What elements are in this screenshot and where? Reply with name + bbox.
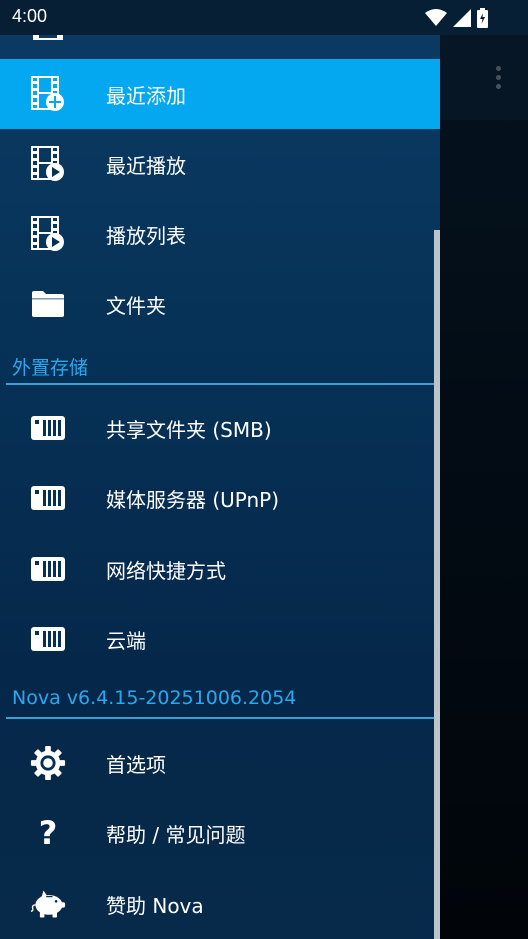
- drawer-item-label: 云端: [106, 628, 146, 653]
- section-header-storage: 外置存储: [0, 345, 434, 385]
- drawer-scrollbar[interactable]: [434, 230, 440, 939]
- drawer-item-label: 赞助 Nova: [106, 893, 204, 918]
- drawer-item-label: 文件夹: [106, 293, 166, 318]
- drawer-item-label: 网络快捷方式: [106, 558, 226, 583]
- drawer-item-donate[interactable]: 赞助 Nova: [0, 869, 440, 939]
- question-icon: ?: [38, 814, 58, 852]
- battery-icon: [477, 8, 488, 28]
- gear-icon: [30, 745, 66, 781]
- drawer-item-preferences[interactable]: 首选项: [0, 728, 440, 798]
- drawer-item-upnp[interactable]: 媒体服务器 (UPnP): [0, 463, 440, 533]
- status-time: 4:00: [12, 6, 48, 26]
- drawer-item-recently-added[interactable]: 最近添加: [0, 59, 440, 129]
- status-icons: [425, 8, 488, 28]
- drawer-item-network-shortcuts[interactable]: 网络快捷方式: [0, 534, 440, 604]
- drawer-item-label: 共享文件夹 (SMB): [106, 417, 272, 442]
- drawer-item-label: 播放列表: [106, 223, 186, 248]
- navigation-drawer: 最近添加 最近播放 播放列表 文件夹 外置存储 共享文件夹 (SMB) 媒体服务…: [0, 35, 440, 939]
- drawer-item-playlists[interactable]: 播放列表: [0, 199, 440, 269]
- drawer-item-label: 帮助 / 常见问题: [106, 822, 246, 847]
- drawer-item-help[interactable]: ? 帮助 / 常见问题: [0, 798, 440, 868]
- partial-video-icon: [33, 35, 63, 40]
- drawer-item-cloud[interactable]: 云端: [0, 604, 440, 674]
- drawer-item-smb[interactable]: 共享文件夹 (SMB): [0, 393, 440, 463]
- drawer-item-label: 媒体服务器 (UPnP): [106, 487, 280, 512]
- status-bar: 4:00: [0, 0, 528, 35]
- drawer-item-label: 最近添加: [106, 83, 186, 108]
- network-drive-icon: [30, 480, 66, 516]
- drawer-item-recently-played[interactable]: 最近播放: [0, 129, 440, 199]
- wifi-icon: [425, 9, 447, 26]
- section-title: 外置存储: [12, 357, 89, 379]
- folder-icon: [30, 286, 66, 322]
- playlist-icon: [30, 216, 66, 252]
- drawer-item-label: 最近播放: [106, 153, 186, 178]
- version-text: Nova v6.4.15-20251006.2054: [12, 687, 297, 709]
- drawer-item-label: 首选项: [106, 752, 166, 777]
- signal-icon: [453, 9, 471, 27]
- network-drive-icon: [30, 551, 66, 587]
- section-divider: [6, 717, 434, 719]
- network-drive-icon: [30, 410, 66, 446]
- video-add-icon: [30, 76, 66, 112]
- video-play-icon: [30, 146, 66, 182]
- piggy-bank-icon: [30, 886, 66, 922]
- section-divider: [6, 383, 434, 385]
- drawer-item-folders[interactable]: 文件夹: [0, 269, 440, 339]
- network-drive-icon: [30, 621, 66, 657]
- section-header-version: Nova v6.4.15-20251006.2054: [0, 679, 434, 719]
